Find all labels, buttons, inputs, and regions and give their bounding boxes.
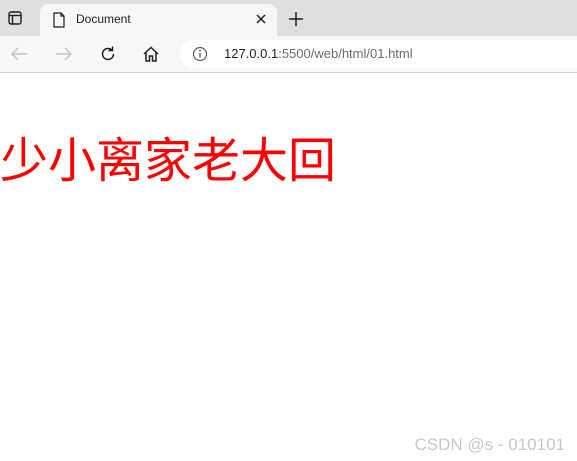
url-text[interactable]: 127.0.0.1:5500/web/html/01.html xyxy=(224,46,413,62)
page-heading: 少小离家老大回 xyxy=(0,133,337,189)
tab-actions-icon[interactable] xyxy=(7,10,23,26)
close-icon[interactable] xyxy=(253,11,269,27)
info-icon[interactable] xyxy=(192,46,208,62)
tab-document[interactable]: Document xyxy=(40,4,277,36)
home-icon[interactable] xyxy=(141,44,161,64)
arrow-right-icon[interactable] xyxy=(54,44,74,64)
page-content: 少小离家老大回 xyxy=(0,73,577,461)
address-bar[interactable]: 127.0.0.1:5500/web/html/01.html xyxy=(180,40,577,68)
new-tab-icon[interactable] xyxy=(287,10,305,28)
tab-strip: Document xyxy=(0,0,577,36)
arrow-left-icon[interactable] xyxy=(9,44,29,64)
browser-toolbar: 127.0.0.1:5500/web/html/01.html xyxy=(0,36,577,73)
tab-title: Document xyxy=(76,12,131,26)
document-icon xyxy=(52,12,66,28)
url-host: 127.0.0.1 xyxy=(224,46,279,61)
watermark: CSDN @s - 010101 xyxy=(414,435,566,454)
reload-icon[interactable] xyxy=(98,44,118,64)
url-path: :5500/web/html/01.html xyxy=(278,46,413,61)
